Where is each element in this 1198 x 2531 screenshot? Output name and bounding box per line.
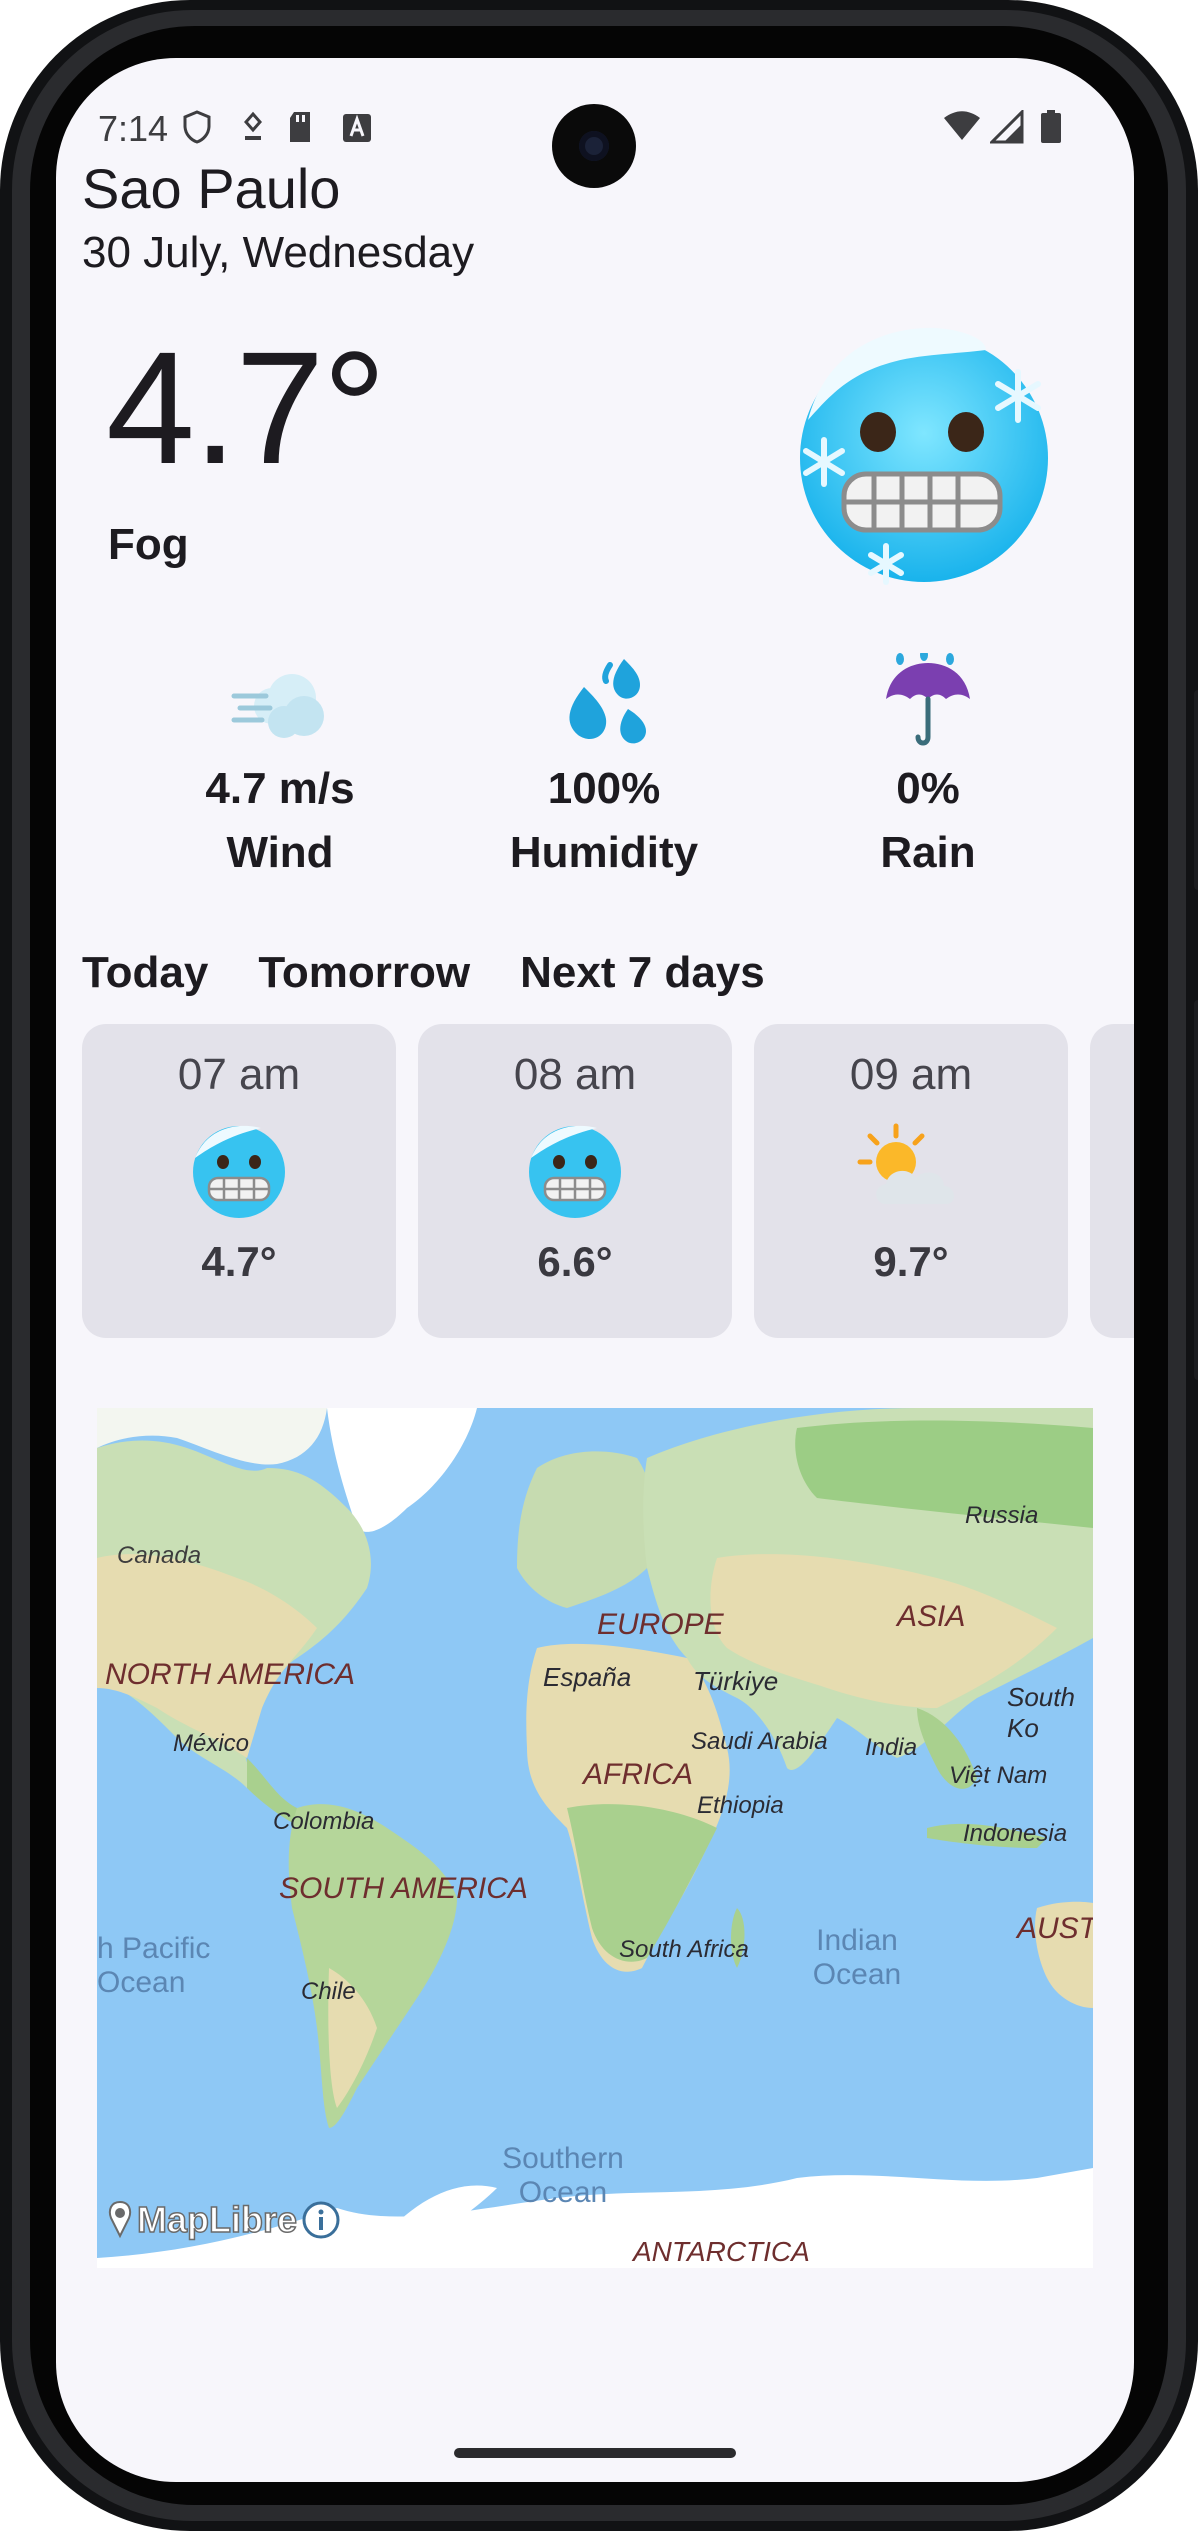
map-label-chile: Chile bbox=[301, 1978, 356, 2005]
map-label-mexico: México bbox=[173, 1730, 250, 1757]
rain-metric: 0% Rain bbox=[788, 648, 1068, 878]
wind-value: 4.7 m/s bbox=[205, 764, 355, 813]
current-condition: Fog bbox=[108, 520, 189, 569]
cold-face-icon bbox=[82, 1110, 396, 1230]
map-label-south-america: SOUTH AMERICA bbox=[279, 1872, 528, 1905]
gesture-navigation-bar[interactable] bbox=[454, 2448, 736, 2458]
location-pin-icon bbox=[240, 110, 266, 152]
forecast-tabs: Today Tomorrow Next 7 days bbox=[82, 948, 815, 998]
map-label-turkiye: Türkiye bbox=[693, 1666, 779, 1696]
tab-today[interactable]: Today bbox=[82, 948, 208, 998]
status-time: 7:14 bbox=[98, 108, 169, 149]
map-label-asia: ASIA bbox=[897, 1600, 966, 1633]
humidity-label: Humidity bbox=[509, 828, 699, 877]
hourly-card[interactable]: 07 am 4.7° bbox=[82, 1024, 396, 1338]
phone-frame: 7:14 Sao Paulo 30 July, Wednesday 4.7° F… bbox=[0, 0, 1198, 2531]
map-label-pacific-ocean: h Pacific Ocean bbox=[97, 1932, 211, 1999]
battery-icon bbox=[1040, 110, 1062, 152]
map-label-indian-ocean: Indian Ocean bbox=[812, 1924, 902, 1991]
map-label-africa: AFRICA bbox=[583, 1758, 694, 1791]
wind-metric: 4.7 m/s Wind bbox=[140, 648, 420, 878]
world-map[interactable]: Canada Russia EUROPE ASIA NORTH AMERICA … bbox=[97, 1408, 1093, 2268]
map-label-india: India bbox=[865, 1734, 918, 1761]
map-label-russia: Russia bbox=[965, 1502, 1039, 1529]
map-label-ethiopia: Ethiopia bbox=[697, 1792, 784, 1819]
map-label-canada: Canada bbox=[117, 1542, 202, 1569]
map-label-southern-ocean: Southern Ocean bbox=[502, 2142, 624, 2209]
hourly-temp: 9.7° bbox=[873, 1238, 949, 1285]
tab-tomorrow[interactable]: Tomorrow bbox=[258, 948, 470, 998]
map-label-antarctica: ANTARCTICA bbox=[633, 2236, 810, 2267]
wind-icon bbox=[140, 648, 420, 758]
sun-behind-cloud-icon bbox=[754, 1110, 1068, 1230]
hourly-card[interactable] bbox=[1090, 1024, 1134, 1338]
hourly-time: 07 am bbox=[177, 1050, 301, 1099]
hourly-forecast-list[interactable]: 07 am 4.7° 08 am 6.6° 09 am 9.7° bbox=[82, 1024, 1134, 1340]
map-label-north-america: NORTH AMERICA bbox=[105, 1658, 356, 1691]
sd-card-icon bbox=[288, 110, 314, 152]
maplibre-attribution[interactable]: MapLibre bbox=[105, 2198, 341, 2242]
droplets-icon bbox=[464, 648, 744, 758]
hourly-card[interactable]: 09 am 9.7° bbox=[754, 1024, 1068, 1338]
maplibre-logo: MapLibre bbox=[136, 2198, 298, 2241]
hourly-card[interactable]: 08 am 6.6° bbox=[418, 1024, 732, 1338]
tab-next-7-days[interactable]: Next 7 days bbox=[520, 948, 765, 998]
date-label: 30 July, Wednesday bbox=[82, 228, 475, 277]
cold-face-icon bbox=[796, 320, 1066, 590]
map-label-vietnam: Việt Nam bbox=[949, 1762, 1048, 1789]
hourly-temp: 4.7° bbox=[201, 1238, 277, 1285]
power-button bbox=[1194, 1000, 1198, 1380]
front-camera bbox=[552, 104, 636, 188]
map-label-saudi-arabia: Saudi Arabia bbox=[691, 1728, 828, 1755]
city-name: Sao Paulo bbox=[82, 157, 341, 220]
map-pin-icon bbox=[108, 2200, 132, 2239]
signal-icon bbox=[988, 108, 1024, 152]
map-label-australia: AUSTR bbox=[1017, 1912, 1093, 1945]
map-label-europe: EUROPE bbox=[597, 1608, 724, 1641]
current-temperature: 4.7° bbox=[106, 318, 386, 497]
shield-icon bbox=[182, 110, 212, 152]
humidity-value: 100% bbox=[547, 764, 661, 813]
map-label-colombia: Colombia bbox=[273, 1808, 375, 1835]
wifi-icon bbox=[942, 110, 982, 152]
cold-face-icon bbox=[418, 1110, 732, 1230]
map-label-indonesia: Indonesia bbox=[963, 1820, 1068, 1847]
info-icon[interactable] bbox=[301, 2200, 341, 2240]
rain-value: 0% bbox=[896, 764, 960, 813]
rain-label: Rain bbox=[880, 828, 976, 877]
humidity-metric: 100% Humidity bbox=[464, 648, 744, 878]
hourly-time: 08 am bbox=[513, 1050, 637, 1099]
map-land-layer bbox=[97, 1408, 1093, 2268]
map-label-south-africa: South Africa bbox=[619, 1936, 749, 1963]
hourly-temp: 6.6° bbox=[537, 1238, 613, 1285]
app-screen: 7:14 Sao Paulo 30 July, Wednesday 4.7° F… bbox=[56, 58, 1134, 2482]
hourly-time: 09 am bbox=[849, 1050, 973, 1099]
font-a-icon bbox=[342, 110, 372, 152]
wind-label: Wind bbox=[226, 828, 334, 877]
map-label-espana: España bbox=[543, 1662, 632, 1692]
map-label-south-korea: South Ko bbox=[1007, 1682, 1075, 1743]
umbrella-rain-icon bbox=[788, 648, 1068, 758]
volume-button bbox=[1194, 690, 1198, 890]
